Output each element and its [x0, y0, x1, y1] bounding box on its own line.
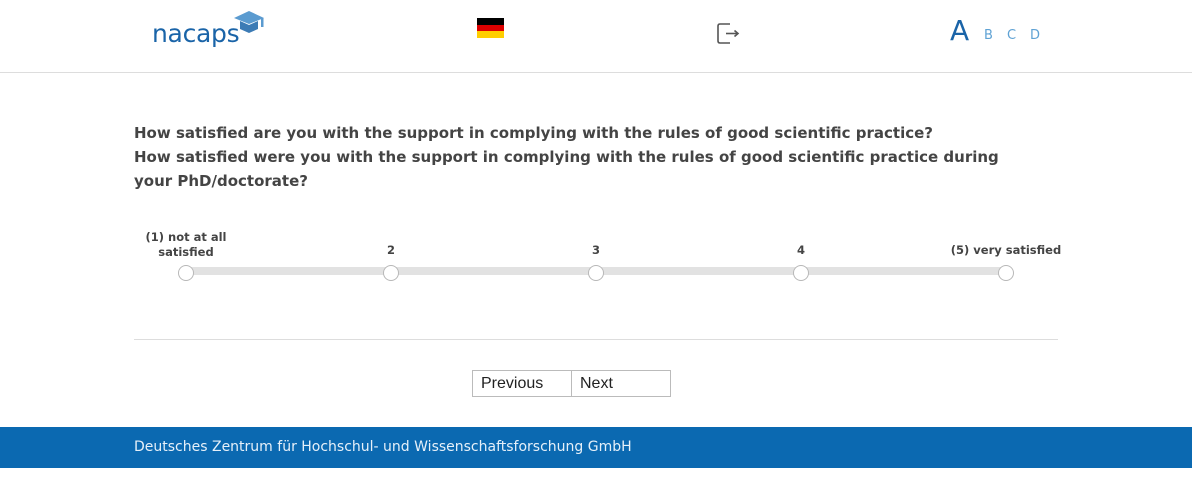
- flag-stripe-red: [477, 24, 504, 32]
- question-line-2: How satisfied were you with the support …: [134, 148, 999, 190]
- question-text: How satisfied are you with the support i…: [134, 121, 1004, 193]
- scale-option-label: 2: [386, 243, 395, 257]
- flag-germany-icon[interactable]: [477, 18, 504, 38]
- previous-button[interactable]: Previous: [472, 370, 572, 397]
- scale-radio-4[interactable]: [793, 265, 809, 281]
- scale-radio-1[interactable]: [178, 265, 194, 281]
- scale-radio-2[interactable]: [383, 265, 399, 281]
- scale-option-label: (5) very satisfied: [950, 243, 1062, 257]
- font-size-d[interactable]: D: [1030, 28, 1040, 43]
- logo-text: nacaps: [152, 19, 240, 48]
- font-size-b[interactable]: B: [984, 28, 993, 43]
- footer: Deutsches Zentrum für Hochschul- und Wis…: [0, 427, 1192, 468]
- next-button[interactable]: Next: [571, 370, 671, 397]
- scale-option-label: (1) not at all satisfied: [145, 230, 227, 259]
- question-line-1: How satisfied are you with the support i…: [134, 124, 933, 142]
- footer-text: Deutsches Zentrum für Hochschul- und Wis…: [134, 439, 632, 455]
- scale-option-label: 4: [796, 243, 805, 257]
- scale-radio-3[interactable]: [588, 265, 604, 281]
- header: nacaps A B C D: [0, 0, 1192, 73]
- flag-stripe-black: [477, 18, 504, 25]
- flag-stripe-gold: [477, 31, 504, 38]
- scale-option-label: 3: [591, 243, 600, 257]
- font-size-c[interactable]: C: [1007, 28, 1016, 43]
- divider: [134, 339, 1058, 340]
- satisfaction-scale: (1) not at all satisfied 2 3 4 (5) very …: [134, 224, 1061, 294]
- graduation-cap-icon: [234, 11, 264, 33]
- font-size-a[interactable]: A: [950, 14, 969, 47]
- scale-radio-5[interactable]: [998, 265, 1014, 281]
- logout-icon[interactable]: [716, 22, 741, 45]
